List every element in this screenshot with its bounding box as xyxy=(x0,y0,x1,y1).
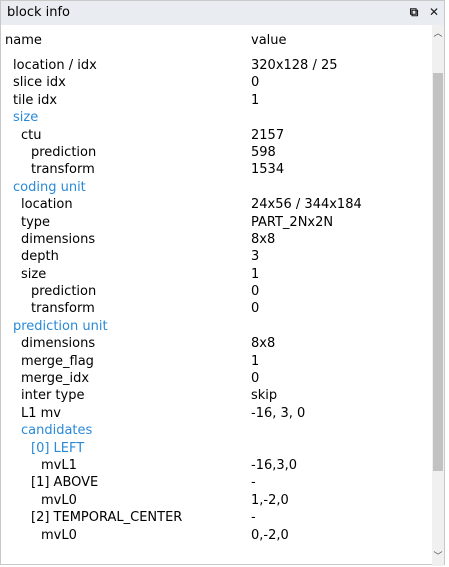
row-name: size xyxy=(21,266,47,282)
row-name: transform xyxy=(31,162,95,178)
row-name: [2] TEMPORAL_CENTER xyxy=(31,510,183,526)
row-name: mvL1 xyxy=(41,457,77,473)
row-name: merge_flag xyxy=(21,353,94,369)
row-name: tile idx xyxy=(13,92,58,108)
row-value: - xyxy=(251,475,256,491)
tree-row[interactable]: prediction 0 xyxy=(1,283,436,300)
tree-section-row[interactable]: size xyxy=(1,109,436,126)
close-panel-icon[interactable]: ✕ xyxy=(426,3,442,21)
tree-row[interactable]: location 24x56 / 344x184 xyxy=(1,196,436,213)
tree-section-row[interactable]: prediction unit xyxy=(1,318,436,335)
tree-row[interactable]: mvL0 0,-2,0 xyxy=(1,527,436,544)
tree-row[interactable]: depth 3 xyxy=(1,248,436,265)
row-value: PART_2Nx2N xyxy=(251,214,334,230)
scroll-up-icon[interactable]: ︿ xyxy=(432,27,444,41)
scroll-down-icon[interactable]: ﹀ xyxy=(432,550,444,564)
row-name: [0] LEFT xyxy=(31,440,85,456)
row-name: coding unit xyxy=(13,179,86,195)
tree-row[interactable]: transform 0 xyxy=(1,300,436,317)
row-value: 2157 xyxy=(251,127,285,143)
row-value: 598 xyxy=(251,144,276,160)
row-value: 1 xyxy=(251,353,260,369)
row-name: dimensions xyxy=(21,231,96,247)
scroll-thumb[interactable] xyxy=(433,73,443,471)
tree-row[interactable]: inter type skip xyxy=(1,387,436,404)
row-name: prediction xyxy=(31,144,97,160)
row-name: location / idx xyxy=(13,58,97,73)
tree-rows: location / idx 320x128 / 25 slice idx 0 tile… xyxy=(1,57,436,567)
row-value: 1534 xyxy=(251,162,285,178)
panel-titlebar: block info ⧉ ✕ xyxy=(1,1,444,26)
tree-row[interactable]: mvL0 1,-2,0 xyxy=(1,492,436,509)
row-value: 8x8 xyxy=(251,231,276,247)
tree-row[interactable]: ctu 2157 xyxy=(1,127,436,144)
row-name: [1] ABOVE xyxy=(31,475,99,491)
vertical-scrollbar[interactable]: ︿ ﹀ xyxy=(432,25,444,566)
tree-row[interactable]: dimensions 8x8 xyxy=(1,335,436,352)
row-name: slice idx xyxy=(13,75,66,91)
row-name: depth xyxy=(21,249,59,265)
row-value: 1 xyxy=(251,92,260,108)
row-value: 0 xyxy=(251,75,260,91)
column-header-name[interactable]: name xyxy=(5,33,42,48)
row-name: location xyxy=(21,197,73,213)
row-value: 0,-2,0 xyxy=(251,527,289,543)
row-value: -16, 3, 0 xyxy=(251,405,306,421)
tree-row[interactable]: transform 1534 xyxy=(1,161,436,178)
row-value: 0 xyxy=(251,284,260,300)
tree-row[interactable]: location / idx 320x128 / 25 xyxy=(1,57,436,74)
row-name: L1 mv xyxy=(21,405,62,421)
row-name: type xyxy=(21,214,51,230)
tree-section-row[interactable]: [0] LEFT xyxy=(1,440,436,457)
tree-row[interactable]: tile idx 1 xyxy=(1,92,436,109)
row-name: mvL0 xyxy=(41,527,77,543)
row-name: inter type xyxy=(21,388,85,404)
tree-row[interactable]: size 1 xyxy=(1,266,436,283)
tree-row[interactable]: dimensions 8x8 xyxy=(1,231,436,248)
tree-row[interactable]: merge_idx 0 xyxy=(1,370,436,387)
row-value: 1,-2,0 xyxy=(251,492,289,508)
row-name: prediction xyxy=(31,284,97,300)
row-value: 8x8 xyxy=(251,336,276,352)
row-name: transform xyxy=(31,301,95,317)
tree-row[interactable]: type PART_2Nx2N xyxy=(1,214,436,231)
table-header: name value xyxy=(1,25,436,58)
row-value: - xyxy=(251,510,256,526)
row-value: skip xyxy=(251,388,278,404)
tree-row[interactable]: merge_flag 1 xyxy=(1,353,436,370)
tree-row[interactable]: slice idx 0 xyxy=(1,74,436,91)
row-name: mvL0 xyxy=(41,492,77,508)
row-value: 320x128 / 25 xyxy=(251,58,338,73)
block-info-panel: block info ⧉ ✕ name value location / idx… xyxy=(0,0,445,567)
row-value: 0 xyxy=(251,371,260,387)
float-panel-icon[interactable]: ⧉ xyxy=(406,3,422,21)
tree-row[interactable]: prediction 598 xyxy=(1,144,436,161)
row-name: prediction unit xyxy=(13,318,108,334)
tree-row[interactable]: mvL1 -16,3,0 xyxy=(1,457,436,474)
tree-row[interactable]: L1 mv -16, 3, 0 xyxy=(1,405,436,422)
row-value: -16,3,0 xyxy=(251,457,298,473)
row-name: size xyxy=(13,110,39,126)
row-value: 3 xyxy=(251,249,260,265)
row-name: merge_idx xyxy=(21,371,90,387)
tree-section-row[interactable]: coding unit xyxy=(1,179,436,196)
row-value: 1 xyxy=(251,266,260,282)
tree-row[interactable]: [2] TEMPORAL_CENTER - xyxy=(1,509,436,526)
row-name: ctu xyxy=(21,127,42,143)
row-name: dimensions xyxy=(21,336,96,352)
tree-row[interactable]: [1] ABOVE - xyxy=(1,474,436,491)
row-name: candidates xyxy=(21,423,93,439)
tree-section-row[interactable]: candidates xyxy=(1,422,436,439)
row-value: 0 xyxy=(251,301,260,317)
panel-title: block info xyxy=(7,5,71,20)
column-header-value[interactable]: value xyxy=(251,33,287,48)
row-value: 24x56 / 344x184 xyxy=(251,197,362,213)
